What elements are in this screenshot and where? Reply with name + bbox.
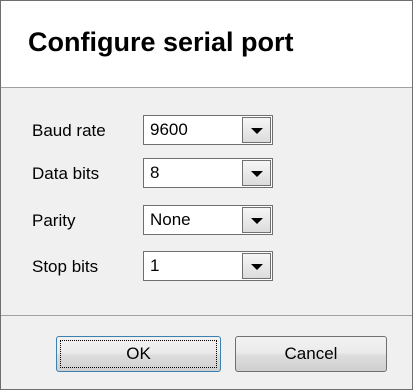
focus-rectangle (60, 340, 217, 368)
parity-label: Parity (32, 211, 76, 230)
dialog-footer: OK Cancel (1, 315, 412, 390)
data-bits-select[interactable]: 8 (143, 158, 273, 188)
stop-bits-select[interactable]: 1 (143, 251, 273, 281)
ok-button[interactable]: OK (56, 336, 221, 372)
chevron-down-icon (251, 128, 263, 134)
data-bits-value: 8 (150, 163, 160, 182)
chevron-down-icon (251, 264, 263, 270)
stop-bits-dropdown-button[interactable] (242, 253, 271, 279)
baud-rate-value: 9600 (150, 120, 188, 139)
parity-dropdown-button[interactable] (242, 207, 271, 233)
cancel-button-label: Cancel (284, 344, 338, 363)
dialog-header: Configure serial port (1, 1, 412, 88)
baud-rate-select[interactable]: 9600 (143, 115, 273, 145)
data-bits-dropdown-button[interactable] (242, 160, 271, 186)
dialog-title: Configure serial port (28, 27, 294, 57)
parity-select[interactable]: None (143, 205, 273, 235)
baud-rate-label: Baud rate (32, 121, 106, 140)
chevron-down-icon (251, 171, 263, 177)
data-bits-label: Data bits (32, 164, 100, 183)
baud-rate-dropdown-button[interactable] (242, 117, 271, 143)
stop-bits-label: Stop bits (32, 257, 99, 276)
configure-serial-port-dialog: Configure serial port Baud rate 9600 Dat… (0, 0, 413, 390)
cancel-button[interactable]: Cancel (235, 336, 387, 372)
chevron-down-icon (251, 218, 263, 224)
stop-bits-value: 1 (150, 256, 160, 275)
parity-value: None (150, 210, 191, 229)
